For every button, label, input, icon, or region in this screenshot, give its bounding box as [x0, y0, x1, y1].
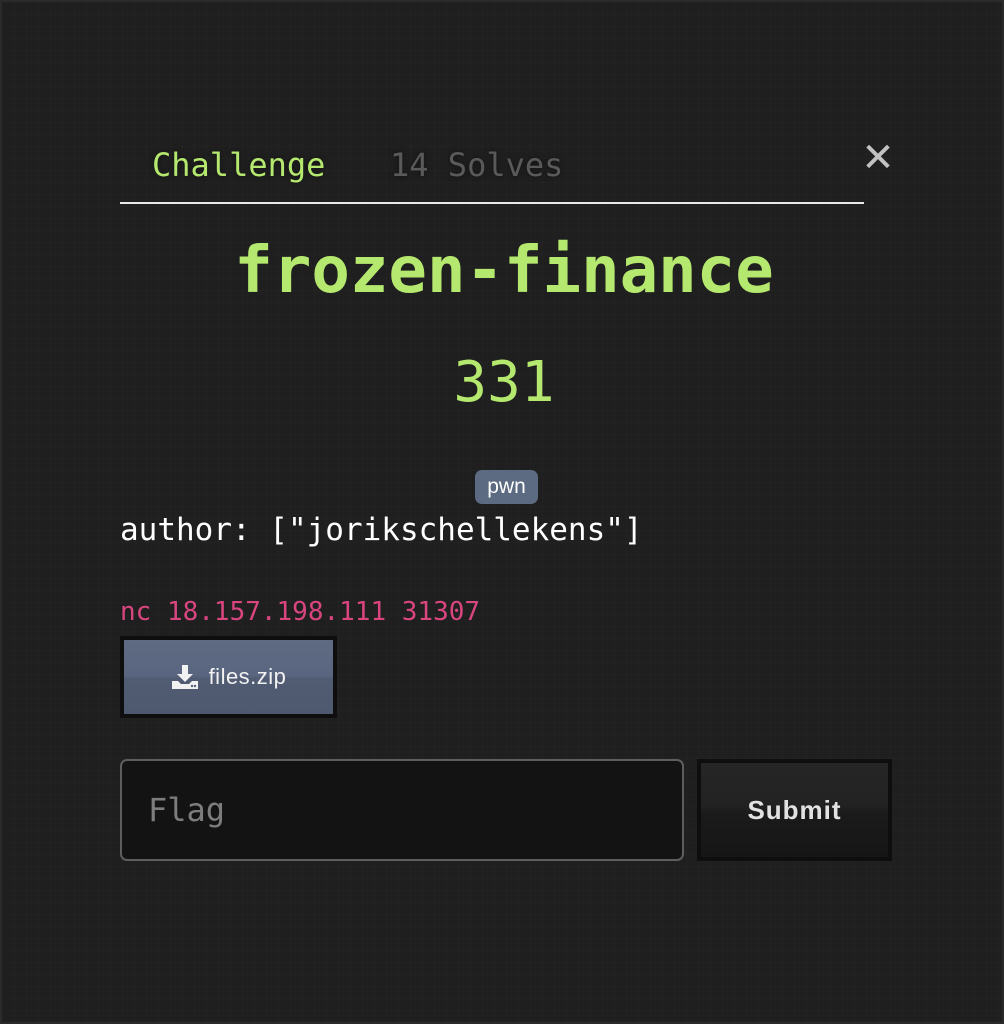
download-file-button-face[interactable]: files.zip: [124, 640, 333, 714]
tab-challenge[interactable]: Challenge: [152, 146, 325, 184]
flag-input[interactable]: [120, 759, 684, 861]
connection-string: nc 18.157.198.111 31307: [120, 597, 481, 627]
tab-bar: Challenge 14 Solves: [120, 142, 864, 204]
download-icon: [171, 665, 198, 689]
download-file-button[interactable]: files.zip: [120, 636, 337, 718]
tab-solves[interactable]: 14 Solves: [390, 146, 563, 184]
challenge-title: frozen-finance: [234, 234, 774, 308]
file-name-label: files.zip: [208, 664, 287, 689]
close-icon[interactable]: ✕: [860, 136, 896, 180]
challenge-author: author: ["jorikschellekens"]: [120, 512, 643, 548]
challenge-modal: Challenge 14 Solves ✕ frozen-finance 331…: [0, 0, 1004, 1024]
category-tag: pwn: [475, 470, 538, 504]
submit-button-label: Submit: [701, 763, 888, 857]
challenge-points: 331: [453, 350, 555, 415]
submit-button[interactable]: Submit: [697, 759, 892, 861]
